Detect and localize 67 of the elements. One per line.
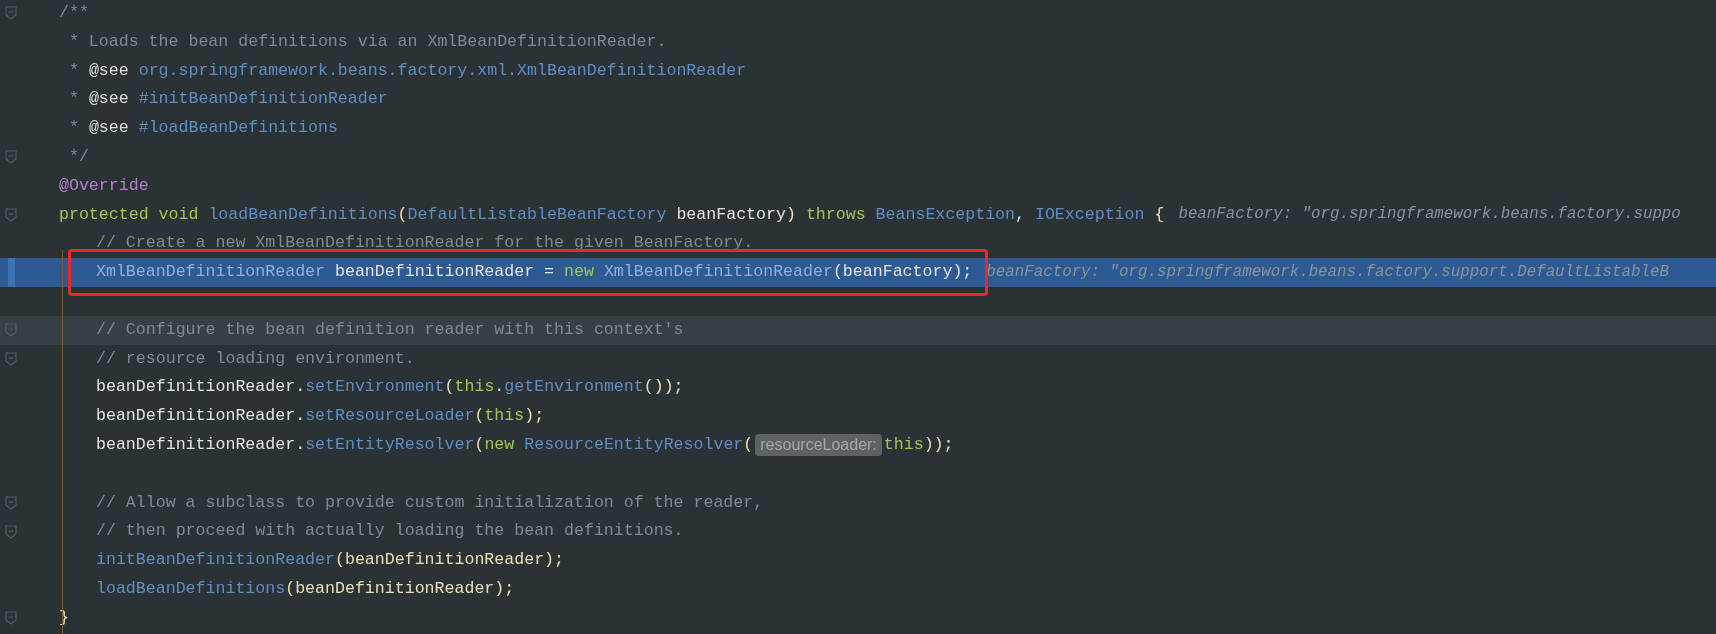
type-name: ResourceEntityResolver — [524, 433, 744, 456]
doc-comment: */ — [67, 145, 89, 168]
code-text: . — [494, 376, 505, 399]
method-name: initBeanDefinitionReader — [96, 549, 335, 572]
code-comment: // Configure the bean definition reader with this context's — [96, 318, 684, 341]
fold-marker-icon[interactable] — [5, 351, 17, 366]
doc-comment: * — [67, 59, 80, 82]
code-text: (beanDefinitionReader); — [285, 577, 515, 600]
code-text: beanDefinitionReader = — [334, 261, 556, 284]
annotation: @Override — [59, 174, 149, 197]
type-name: XmlBeanDefinitionReader — [96, 261, 326, 284]
doc-tag: @see — [88, 58, 129, 84]
code-text: ( — [444, 376, 455, 399]
method-name: setResourceLoader — [305, 405, 475, 428]
code-text: ( — [474, 405, 485, 428]
keyword: this — [883, 433, 924, 456]
method-name: getEnvironment — [504, 376, 644, 399]
fold-marker-icon[interactable] — [5, 207, 17, 222]
type-name: XmlBeanDefinitionReader — [603, 261, 833, 284]
fold-marker-icon[interactable] — [5, 6, 17, 21]
method-name: setEnvironment — [305, 376, 445, 399]
method-name: loadBeanDefinitions — [208, 203, 398, 226]
code-text: ( — [474, 433, 485, 456]
code-comment: // resource loading environment. — [96, 347, 415, 370]
code-text: )); — [923, 433, 954, 456]
code-text: (beanDefinitionReader); — [335, 549, 565, 572]
code-comment: // then proceed with actually loading the bean definitions. — [96, 520, 684, 543]
type-name: BeansException — [875, 203, 1015, 226]
parameter-hint: resourceLoader: — [755, 434, 882, 457]
fold-marker-icon[interactable] — [5, 524, 17, 539]
doc-tag: @see — [88, 87, 129, 113]
keyword: this — [454, 376, 495, 399]
code-text: { — [1153, 203, 1165, 226]
fold-marker-icon[interactable] — [5, 495, 17, 510]
code-text: beanDefinitionReader. — [96, 433, 306, 456]
doc-comment: * — [67, 88, 80, 111]
code-text: (beanFactory); — [832, 261, 973, 284]
keyword: throws — [805, 203, 867, 226]
fold-marker-icon[interactable] — [5, 323, 17, 338]
code-comment: // Create a new XmlBeanDefinitionReader for the given BeanFactory. — [96, 232, 754, 255]
code-text: ()); — [643, 376, 684, 399]
method-name: setEntityResolver — [305, 433, 475, 456]
code-text: beanDefinitionReader. — [96, 405, 306, 428]
code-text: beanFactory — [675, 203, 786, 226]
code-text: , — [1015, 203, 1026, 226]
doc-comment: * Loads the bean definitions via an XmlBeanDefinitionReader. — [67, 30, 667, 53]
doc-comment: * — [67, 117, 80, 140]
keyword: new — [564, 261, 595, 284]
code-comment: // Allow a subclass to provide custom initialization of the reader, — [96, 491, 764, 514]
code-text: ) — [785, 203, 797, 226]
type-name: DefaultListableBeanFactory — [407, 203, 667, 226]
keyword: protected void — [59, 203, 200, 226]
inlay-value-hint: beanFactory: "org.springframework.beans.factory.suppo — [1178, 204, 1681, 226]
code-text: ); — [524, 405, 545, 428]
doc-tag: @see — [88, 116, 129, 142]
code-text: ( — [397, 203, 408, 226]
doc-comment: /** — [59, 1, 89, 24]
gutter-marker — [8, 258, 15, 287]
code-text: ( — [743, 433, 754, 456]
inlay-value-hint: beanFactory: "org.springframework.beans.factory.support.DefaultListableB — [986, 261, 1669, 283]
fold-marker-icon[interactable] — [5, 611, 17, 626]
fold-marker-icon[interactable] — [5, 150, 17, 165]
type-name: IOException — [1034, 203, 1145, 226]
keyword: this — [484, 405, 525, 428]
keyword: new — [484, 433, 516, 456]
method-name: loadBeanDefinitions — [96, 577, 286, 600]
code-text: beanDefinitionReader. — [96, 376, 306, 399]
